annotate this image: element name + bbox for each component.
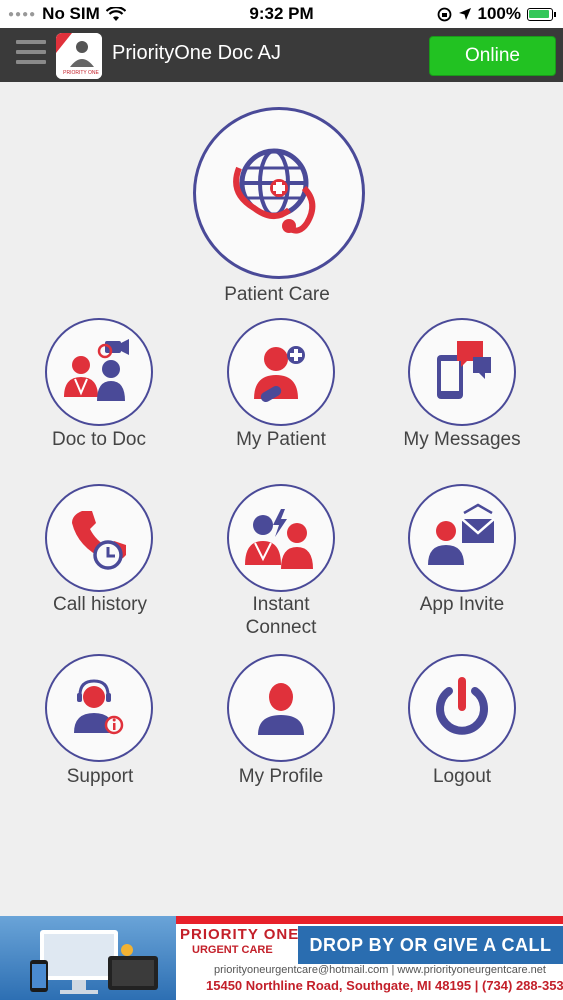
call-history-label: Call history: [53, 594, 147, 615]
phone-clock-icon: [72, 511, 126, 570]
app-invite-circle[interactable]: [408, 484, 516, 592]
hamburger-menu-icon[interactable]: [16, 40, 46, 70]
banner-brand-line1: PRIORITY ONE: [180, 926, 300, 943]
battery-icon: [527, 7, 556, 21]
banner-red-strip: [176, 916, 563, 924]
my-messages-label: My Messages: [403, 429, 521, 450]
banner-cta[interactable]: DROP BY OR GIVE A CALL: [298, 926, 563, 964]
status-right: 100%: [437, 4, 556, 24]
battery-percent: 100%: [477, 4, 521, 23]
svg-text:PRIORITY ONE: PRIORITY ONE: [63, 70, 99, 76]
support-agent-icon: [74, 679, 124, 735]
instant-connect-label-2: Connect: [245, 617, 317, 638]
orientation-lock-icon: [437, 7, 451, 21]
phone-chat-icon: [437, 341, 491, 399]
my-patient-circle[interactable]: [227, 318, 335, 426]
patient-care-circle[interactable]: [193, 107, 365, 279]
doc-to-doc-label: Doc to Doc: [52, 429, 146, 450]
app-invite-label: App Invite: [419, 594, 505, 615]
my-patient-label: My Patient: [236, 429, 326, 450]
banner-brand-line2: URGENT CARE: [192, 944, 273, 956]
support-label: Support: [66, 766, 134, 787]
doc-to-doc-circle[interactable]: [45, 318, 153, 426]
globe-stethoscope-icon: [233, 148, 316, 234]
banner-contact: priorityoneurgentcare@hotmail.com | www.…: [214, 964, 546, 976]
devices-icon: [30, 930, 158, 994]
location-arrow-icon: [458, 8, 471, 20]
app-header: PRIORITY ONE PriorityOne Doc AJ Online: [0, 28, 563, 82]
support-circle[interactable]: [45, 654, 153, 762]
instant-connect-circle[interactable]: [227, 484, 335, 592]
power-icon: [436, 677, 488, 735]
app-logo: PRIORITY ONE: [56, 33, 102, 79]
patient-care-label: Patient Care: [224, 284, 330, 305]
online-status-button[interactable]: Online: [429, 36, 556, 76]
user-envelope-icon: [428, 503, 495, 565]
my-profile-label: My Profile: [238, 766, 324, 787]
doctors-lightning-icon: [245, 509, 313, 569]
call-history-circle[interactable]: [45, 484, 153, 592]
ad-banner[interactable]: PRIORITY ONE URGENT CARE DROP BY OR GIVE…: [0, 916, 563, 1000]
status-bar: ●●●● No SIM 9:32 PM 100%: [0, 0, 563, 28]
user-profile-icon: [258, 683, 304, 735]
logout-circle[interactable]: [408, 654, 516, 762]
banner-address: 15450 Northline Road, Southgate, MI 4819…: [206, 978, 563, 993]
logout-label: Logout: [432, 766, 492, 787]
instant-connect-label-1: Instant: [252, 594, 310, 615]
my-profile-circle[interactable]: [227, 654, 335, 762]
app-title: PriorityOne Doc AJ: [112, 42, 281, 64]
patient-pill-icon: [254, 346, 305, 402]
my-messages-circle[interactable]: [408, 318, 516, 426]
doctors-video-icon: [64, 339, 129, 401]
banner-devices-image: [0, 916, 176, 1000]
